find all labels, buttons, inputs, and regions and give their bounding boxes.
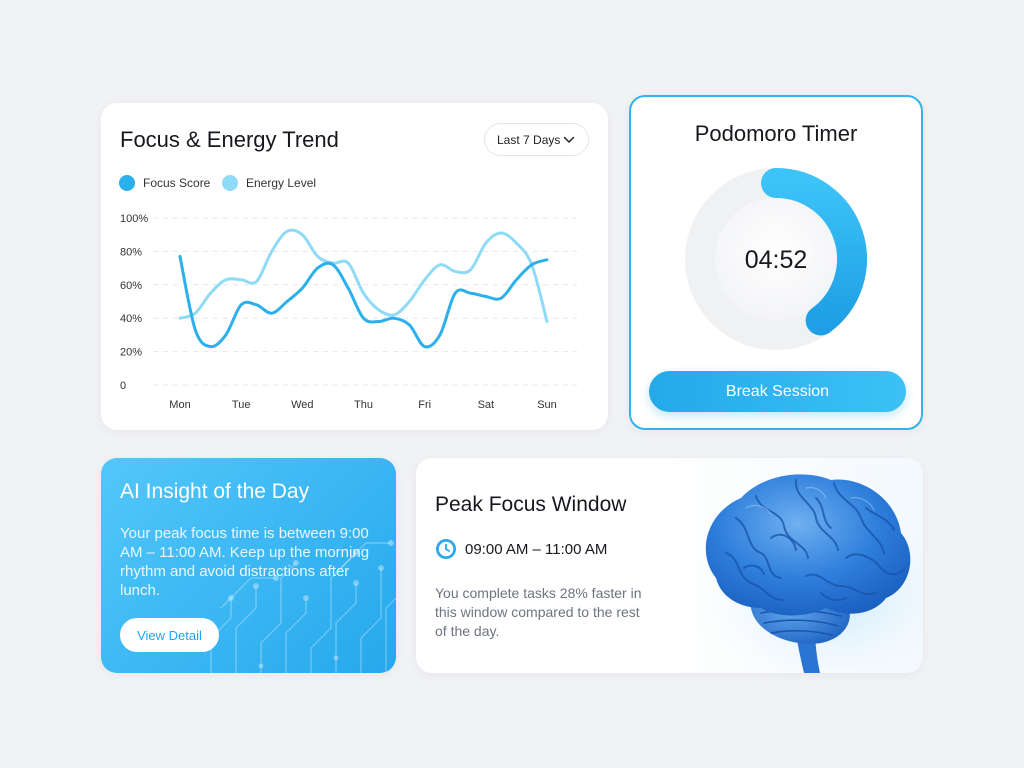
brain-icon <box>656 473 923 673</box>
peak-focus-window-card: Peak Focus Window 09:00 AM – 11:00 AM Yo… <box>416 458 923 673</box>
energy-level-swatch <box>222 175 238 191</box>
x-tick-label: Sun <box>537 399 557 411</box>
pomodoro-timer-card: Podomoro Timer 04:52 Break Session <box>629 95 923 430</box>
focus-score-swatch <box>119 175 135 191</box>
y-tick-label: 0 <box>120 380 126 392</box>
x-tick-label: Mon <box>169 399 190 411</box>
x-tick-label: Tue <box>232 399 251 411</box>
peak-time-range: 09:00 AM – 11:00 AM <box>465 540 608 558</box>
y-tick-label: 20% <box>120 347 142 359</box>
date-range-value: Last 7 Days <box>497 132 561 147</box>
timer-countdown: 04:52 <box>745 246 808 274</box>
peak-card-title: Peak Focus Window <box>435 493 627 516</box>
series-line-focus-score <box>178 254 549 349</box>
legend-label-energy-level: Energy Level <box>246 176 317 190</box>
peak-time-row: 09:00 AM – 11:00 AM <box>435 538 607 560</box>
clock-icon <box>436 539 456 559</box>
x-tick-label: Wed <box>291 399 313 411</box>
series-line-energy-level <box>178 228 549 324</box>
x-tick-label: Thu <box>354 399 373 411</box>
chevron-down-icon <box>563 136 575 143</box>
break-session-button[interactable]: Break Session <box>649 371 906 412</box>
y-tick-label: 100% <box>120 213 148 225</box>
timer-card-title: Podomoro Timer <box>694 121 858 146</box>
insight-title: AI Insight of the Day <box>120 480 310 503</box>
x-tick-label: Sat <box>478 399 495 411</box>
legend-item-focus-score: Focus Score <box>119 175 210 191</box>
y-tick-label: 60% <box>120 280 142 292</box>
view-detail-button[interactable]: View Detail <box>120 618 219 652</box>
timer-progress-ring: 04:52 <box>685 168 867 350</box>
date-range-dropdown[interactable]: Last 7 Days <box>484 123 589 156</box>
y-tick-label: 40% <box>120 313 142 325</box>
peak-description: You complete tasks 28% faster in this wi… <box>435 585 642 639</box>
legend-label-focus-score: Focus Score <box>143 176 211 190</box>
focus-energy-trend-card: 0 20% 40% 60% 80% 100% Mon Tue Wed Thu Fri Sat Sun F… <box>101 103 608 430</box>
insight-body-text: Your peak focus time is between 9:00 AM … <box>120 525 370 599</box>
x-tick-label: Fri <box>418 399 431 411</box>
legend-item-energy-level: Energy Level <box>222 175 316 191</box>
y-tick-label: 80% <box>120 246 142 258</box>
trend-card-title: Focus & Energy Trend <box>120 127 339 152</box>
ai-insight-card: AI Insight of the Day Your peak focus ti… <box>101 458 396 673</box>
